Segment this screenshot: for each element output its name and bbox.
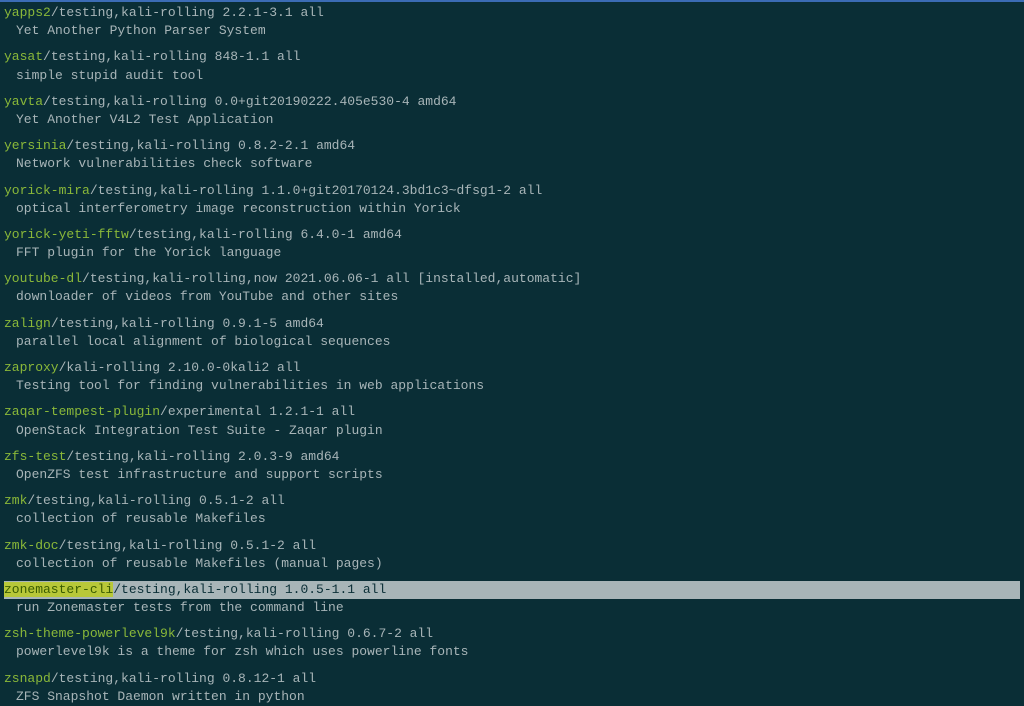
package-entry: youtube-dl/testing,kali-rolling,now 2021… <box>4 270 1020 306</box>
package-entry: yasat/testing,kali-rolling 848-1.1 allsi… <box>4 48 1020 84</box>
package-meta: /experimental 1.2.1-1 all <box>160 404 355 419</box>
package-description: Testing tool for finding vulnerabilities… <box>4 377 1020 395</box>
package-meta: /testing,kali-rolling 0.0+git20190222.40… <box>43 94 456 109</box>
package-meta: /testing,kali-rolling 2.2.1-3.1 all <box>51 5 324 20</box>
package-meta: /testing,kali-rolling 0.6.7-2 all <box>176 626 433 641</box>
package-header: zalign/testing,kali-rolling 0.9.1-5 amd6… <box>4 315 1020 333</box>
package-entry: zalign/testing,kali-rolling 0.9.1-5 amd6… <box>4 315 1020 351</box>
package-name: yapps2 <box>4 5 51 20</box>
package-header: zsh-theme-powerlevel9k/testing,kali-roll… <box>4 625 1020 643</box>
package-entry: zaqar-tempest-plugin/experimental 1.2.1-… <box>4 403 1020 439</box>
package-meta: /testing,kali-rolling 0.8.2-2.1 amd64 <box>66 138 355 153</box>
package-header: yapps2/testing,kali-rolling 2.2.1-3.1 al… <box>4 4 1020 22</box>
package-description: OpenZFS test infrastructure and support … <box>4 466 1020 484</box>
package-entry: zonemaster-cli/testing,kali-rolling 1.0.… <box>4 581 1020 617</box>
package-entry: zaproxy/kali-rolling 2.10.0-0kali2 allTe… <box>4 359 1020 395</box>
package-meta: /testing,kali-rolling 0.5.1-2 all <box>59 538 316 553</box>
package-header: zfs-test/testing,kali-rolling 2.0.3-9 am… <box>4 448 1020 466</box>
package-header: yorick-yeti-fftw/testing,kali-rolling 6.… <box>4 226 1020 244</box>
package-description: FFT plugin for the Yorick language <box>4 244 1020 262</box>
package-entry: yavta/testing,kali-rolling 0.0+git201902… <box>4 93 1020 129</box>
package-entry: yapps2/testing,kali-rolling 2.2.1-3.1 al… <box>4 4 1020 40</box>
package-description: ZFS Snapshot Daemon written in python <box>4 688 1020 706</box>
package-name: yasat <box>4 49 43 64</box>
package-name: zalign <box>4 316 51 331</box>
package-description: optical interferometry image reconstruct… <box>4 200 1020 218</box>
package-name: yersinia <box>4 138 66 153</box>
package-description: OpenStack Integration Test Suite - Zaqar… <box>4 422 1020 440</box>
package-name: zsnapd <box>4 671 51 686</box>
package-entry: zfs-test/testing,kali-rolling 2.0.3-9 am… <box>4 448 1020 484</box>
package-description: Network vulnerabilities check software <box>4 155 1020 173</box>
package-name: zaproxy <box>4 360 59 375</box>
package-entry: zmk/testing,kali-rolling 0.5.1-2 allcoll… <box>4 492 1020 528</box>
package-entry: zsnapd/testing,kali-rolling 0.8.12-1 all… <box>4 670 1020 706</box>
package-name: youtube-dl <box>4 271 82 286</box>
package-description: simple stupid audit tool <box>4 67 1020 85</box>
package-description: collection of reusable Makefiles (manual… <box>4 555 1020 573</box>
package-header: yasat/testing,kali-rolling 848-1.1 all <box>4 48 1020 66</box>
package-description: run Zonemaster tests from the command li… <box>4 599 1020 617</box>
package-entry: zsh-theme-powerlevel9k/testing,kali-roll… <box>4 625 1020 661</box>
package-description: Yet Another V4L2 Test Application <box>4 111 1020 129</box>
package-header: youtube-dl/testing,kali-rolling,now 2021… <box>4 270 1020 288</box>
package-entry: yersinia/testing,kali-rolling 0.8.2-2.1 … <box>4 137 1020 173</box>
package-name: zaqar-tempest-plugin <box>4 404 160 419</box>
package-header: zmk/testing,kali-rolling 0.5.1-2 all <box>4 492 1020 510</box>
package-entry: zmk-doc/testing,kali-rolling 0.5.1-2 all… <box>4 537 1020 573</box>
package-description: collection of reusable Makefiles <box>4 510 1020 528</box>
package-meta: /testing,kali-rolling 1.0.5-1.1 all <box>113 582 386 597</box>
package-description: powerlevel9k is a theme for zsh which us… <box>4 643 1020 661</box>
package-meta: /testing,kali-rolling 6.4.0-1 amd64 <box>129 227 402 242</box>
package-meta: /kali-rolling 2.10.0-0kali2 all <box>59 360 301 375</box>
package-meta: /testing,kali-rolling 0.9.1-5 amd64 <box>51 316 324 331</box>
package-name: zmk-doc <box>4 538 59 553</box>
package-name: zonemaster-cli <box>4 582 113 597</box>
package-meta: /testing,kali-rolling,now 2021.06.06-1 a… <box>82 271 581 286</box>
package-header: zonemaster-cli/testing,kali-rolling 1.0.… <box>4 581 1020 599</box>
package-entry: yorick-yeti-fftw/testing,kali-rolling 6.… <box>4 226 1020 262</box>
package-description: Yet Another Python Parser System <box>4 22 1020 40</box>
package-header: zsnapd/testing,kali-rolling 0.8.12-1 all <box>4 670 1020 688</box>
package-name: zfs-test <box>4 449 66 464</box>
package-description: downloader of videos from YouTube and ot… <box>4 288 1020 306</box>
package-name: zmk <box>4 493 27 508</box>
package-meta: /testing,kali-rolling 2.0.3-9 amd64 <box>66 449 339 464</box>
package-header: yersinia/testing,kali-rolling 0.8.2-2.1 … <box>4 137 1020 155</box>
package-header: zaqar-tempest-plugin/experimental 1.2.1-… <box>4 403 1020 421</box>
package-meta: /testing,kali-rolling 848-1.1 all <box>43 49 300 64</box>
package-header: yavta/testing,kali-rolling 0.0+git201902… <box>4 93 1020 111</box>
package-name: zsh-theme-powerlevel9k <box>4 626 176 641</box>
package-name: yavta <box>4 94 43 109</box>
package-meta: /testing,kali-rolling 0.8.12-1 all <box>51 671 316 686</box>
package-description: parallel local alignment of biological s… <box>4 333 1020 351</box>
package-header: yorick-mira/testing,kali-rolling 1.1.0+g… <box>4 182 1020 200</box>
package-meta: /testing,kali-rolling 1.1.0+git20170124.… <box>90 183 542 198</box>
package-header: zaproxy/kali-rolling 2.10.0-0kali2 all <box>4 359 1020 377</box>
package-name: yorick-mira <box>4 183 90 198</box>
terminal-output[interactable]: yapps2/testing,kali-rolling 2.2.1-3.1 al… <box>4 4 1020 706</box>
package-name: yorick-yeti-fftw <box>4 227 129 242</box>
package-meta: /testing,kali-rolling 0.5.1-2 all <box>27 493 284 508</box>
package-entry: yorick-mira/testing,kali-rolling 1.1.0+g… <box>4 182 1020 218</box>
package-header: zmk-doc/testing,kali-rolling 0.5.1-2 all <box>4 537 1020 555</box>
